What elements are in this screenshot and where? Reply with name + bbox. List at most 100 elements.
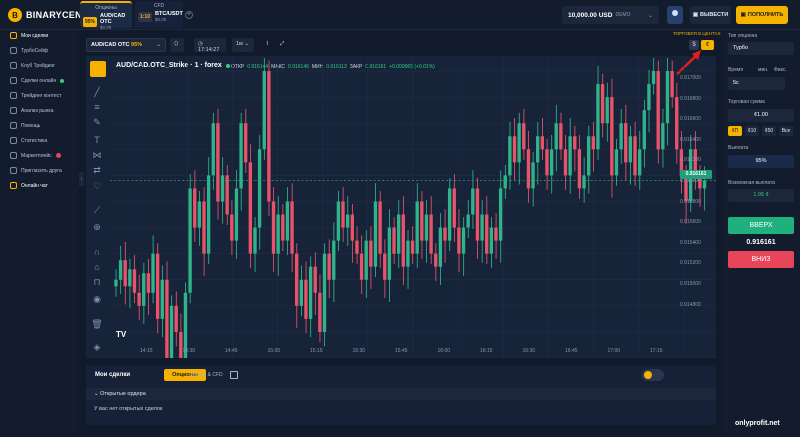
payout-box: 95% (728, 155, 794, 168)
option-type-value: Турбо (733, 45, 749, 51)
candle-down (359, 253, 364, 280)
fullscreen-icon: ⤢ (280, 41, 285, 47)
time-input[interactable]: 5с (728, 77, 785, 90)
time-fixed-label: Фикс. (774, 67, 787, 73)
withdraw-button[interactable]: ▣ ВЫВЕСТИ (690, 6, 731, 24)
chevron-down-icon: ⌄ (647, 12, 653, 19)
candlestick-chart[interactable] (110, 58, 716, 358)
profile-avatar[interactable] (667, 6, 683, 24)
sidebar-item-label: Клуб Трейдинг (21, 62, 56, 69)
pair-select[interactable]: AUD/CAD OTC 95% ⌄ (86, 38, 166, 52)
live-price: 0.916161 (746, 239, 776, 246)
pattern-tool-icon[interactable]: ⋈ (91, 149, 103, 161)
candle-up (424, 214, 429, 241)
lock-icon[interactable]: ⊓ (91, 276, 103, 288)
amount-chip-all[interactable]: Все (779, 126, 793, 136)
candle-down (434, 253, 438, 267)
online-trades-icon (10, 77, 17, 84)
price-tick: 0.915000 (680, 281, 701, 287)
candle-up (503, 175, 507, 189)
indicators-icon: ⟨⟩ (174, 41, 179, 47)
sidebar-item-help[interactable]: Помощь (10, 122, 40, 129)
candle-up (234, 188, 239, 241)
open-orders-header[interactable]: ⌄ Открытые ордера (86, 388, 716, 400)
trade-panel: Тип опциона Турбо Время мин. Фикс. 5с То… (722, 30, 800, 437)
ruler-tool-icon[interactable]: ⟋ (91, 204, 103, 216)
brush-tool-icon[interactable]: ✎ (91, 116, 103, 128)
candle-up (299, 279, 303, 306)
tab-forex-cfd[interactable]: Форекс & CFD (184, 369, 228, 381)
candle-up (220, 175, 225, 202)
asset-category: CFD (153, 3, 165, 9)
up-button[interactable]: ВВЕРХ (728, 217, 794, 234)
candle-up (211, 123, 215, 176)
candle-up (118, 260, 123, 280)
candle-down (624, 123, 628, 163)
sidebar-item-chat[interactable]: Онлайн чат (10, 182, 48, 189)
candle-up (128, 269, 132, 287)
sidebar-item-my-trades[interactable]: Мои сделки (10, 32, 48, 39)
magnet-icon[interactable]: ∩ (91, 246, 103, 258)
fullscreen-button[interactable]: ⤢ (276, 38, 288, 52)
timeframe-select[interactable]: 1м ⌄ (232, 38, 254, 52)
balance-selector[interactable]: 10,000.00 USD DEMO ⌄ (562, 6, 659, 24)
candle-down (290, 201, 294, 254)
chart-type-button[interactable]: ⌇ (262, 38, 274, 52)
amount-chip-50[interactable]: ¢50 (762, 126, 776, 136)
layers-icon[interactable]: ◈ (91, 341, 103, 353)
asset-tab-aud-cad[interactable]: Опционы 95% AUD/CAD OTC $0,00 (80, 1, 132, 30)
watermark: onlyprofit.net (735, 420, 780, 427)
fib-tool-icon[interactable]: ⇄ (91, 164, 103, 176)
candle-down (132, 269, 137, 293)
eye-icon[interactable]: ◉ (91, 293, 103, 305)
indicators-button[interactable]: ⟨⟩ (170, 38, 184, 52)
sidebar-collapse-button[interactable]: ‹ (79, 172, 84, 186)
sidebar-item-marketplace[interactable]: Маркетплейс (10, 152, 61, 159)
time-tick: 16:30 (522, 348, 536, 354)
price-tick: 0.916800 (680, 95, 701, 102)
trash-icon[interactable]: 🗑 (91, 318, 103, 330)
price-tick: 0.914800 (680, 301, 701, 308)
lock-drawing-icon[interactable]: ⌂ (91, 261, 103, 273)
candle-up (605, 97, 609, 124)
candle-down (248, 162, 253, 254)
heart-icon[interactable]: ♡ (91, 180, 103, 192)
sidebar-item-club[interactable]: Клуб Трейдинг (10, 62, 55, 69)
sidebar-item-market-analysis[interactable]: Анализ рынка (10, 107, 53, 114)
amount-label: Торговая сумма (728, 99, 765, 105)
candle-up (461, 227, 466, 254)
candle-down (494, 227, 498, 241)
sidebar-item-contest[interactable]: Трейдинг контест (10, 92, 61, 99)
sidebar-item-label: Помощь (21, 122, 41, 129)
asset-tab-btc-usdt[interactable]: CFD 1:10 BTC/USDT $0,00 (135, 1, 183, 28)
time-label: Время (728, 67, 744, 73)
sidebar-item-label: Анализ рынка (21, 107, 54, 114)
logo-icon: B (8, 8, 22, 22)
amount-chip-10[interactable]: ¢10 (745, 126, 759, 136)
channel-tool-icon[interactable]: ≡ (91, 101, 103, 113)
text-tool-icon[interactable]: T (91, 134, 103, 146)
sidebar-item-statistics[interactable]: Статистика (10, 137, 47, 144)
logo[interactable]: B BINARYCENT (8, 8, 88, 22)
option-type-select[interactable]: Турбо (728, 42, 794, 55)
pair-name: AUD/CAD OTC (91, 42, 130, 48)
amount-chip-1[interactable]: ¢П (728, 126, 742, 136)
candle-down (540, 136, 545, 150)
amount-input[interactable]: ¢1.00 (728, 109, 794, 122)
candle-up (387, 227, 392, 280)
candle-down (475, 188, 480, 241)
add-asset-button[interactable]: + (185, 11, 193, 19)
currency-toggle[interactable] (642, 369, 664, 381)
calendar-icon[interactable] (230, 371, 238, 379)
sidebar-item-online-trades[interactable]: Сделки онлайн (10, 77, 65, 84)
candle-up (206, 175, 211, 254)
deposit-button[interactable]: ▣ ПОПОЛНИТЬ (736, 6, 788, 24)
sidebar-item-invite[interactable]: Пригласить друга (10, 167, 62, 174)
down-button[interactable]: ВНИЗ (728, 251, 794, 268)
sidebar-item-turbosafe[interactable]: ТурбоСейф (10, 47, 48, 54)
zoom-icon[interactable]: ⊕ (91, 221, 103, 233)
line-tool-icon[interactable]: ╱ (91, 86, 103, 98)
candle-down (318, 292, 322, 332)
deposit-label: ПОПОЛНИТЬ (747, 12, 784, 18)
contest-icon (10, 92, 17, 99)
